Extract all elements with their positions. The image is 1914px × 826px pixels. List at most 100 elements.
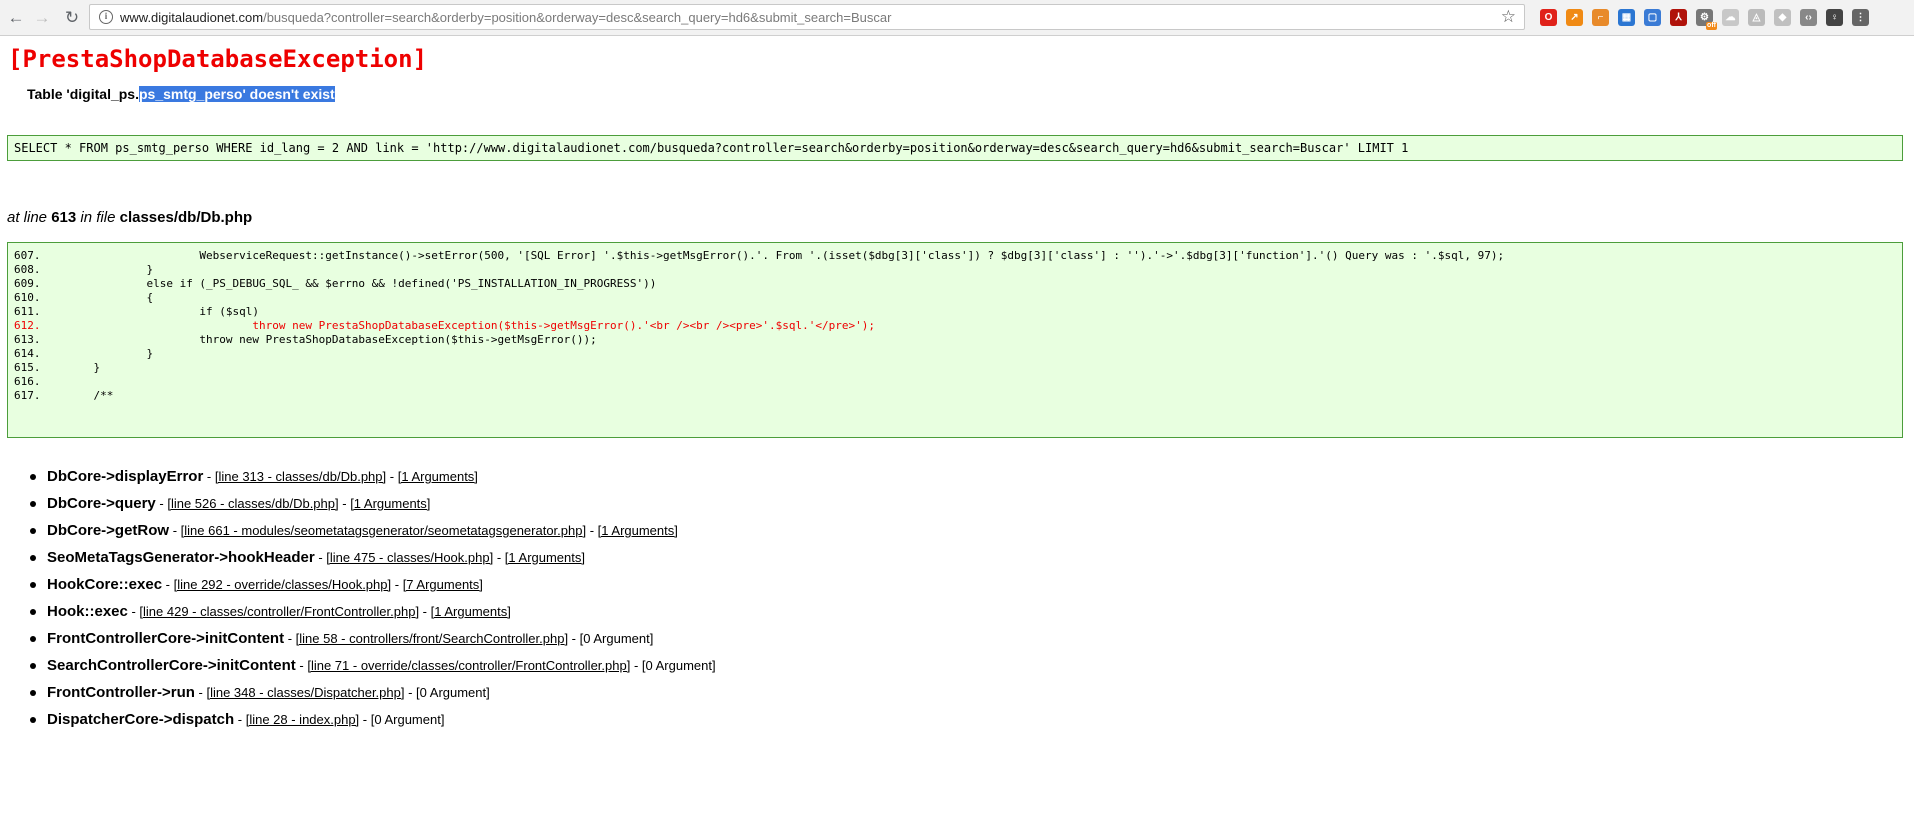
trace-location-link[interactable]: [line 348 - classes/Dispatcher.php]: [206, 685, 404, 700]
star-icon[interactable]: ☆: [1501, 7, 1516, 27]
trace-separator: -: [155, 496, 168, 511]
bullet-icon: [30, 663, 36, 669]
lightbulb-icon[interactable]: ♀: [1826, 9, 1843, 26]
sql-query: SELECT * FROM ps_smtg_perso WHERE id_lan…: [14, 141, 1409, 155]
url-text[interactable]: www.digitalaudionet.com/busqueda?control…: [120, 10, 891, 26]
code-line: 612. throw new PrestaShopDatabaseExcepti…: [14, 319, 875, 333]
trace-location-link[interactable]: [line 429 - classes/controller/FrontCont…: [139, 604, 419, 619]
line-number: 613: [51, 209, 77, 226]
trace-location-link[interactable]: [line 475 - classes/Hook.php]: [326, 550, 493, 565]
trace-location-link[interactable]: [line 313 - classes/db/Db.php]: [215, 469, 386, 484]
trace-separator: -: [386, 469, 398, 484]
trace-arguments: [0 Argument]: [641, 658, 716, 673]
bullet-icon: [30, 609, 36, 615]
bullet-icon: [30, 501, 36, 507]
trace-separator: -: [391, 577, 403, 592]
code-line-text: }: [66, 347, 154, 360]
forward-icon[interactable]: →: [30, 6, 54, 30]
trace-arguments-link[interactable]: [1 Arguments]: [350, 496, 430, 511]
code-line: 607. WebserviceRequest::getInstance()->s…: [14, 249, 1504, 263]
extension-badge: off: [1706, 22, 1717, 30]
code-line: 610. {: [14, 291, 153, 305]
back-icon[interactable]: ←: [4, 6, 28, 30]
pdf-icon[interactable]: ⅄: [1670, 9, 1687, 26]
code-line: 617. /**: [14, 389, 113, 403]
trace-item: HookCore::exec - [line 292 - override/cl…: [30, 576, 716, 603]
address-bar[interactable]: i www.digitalaudionet.com/busqueda?contr…: [89, 4, 1525, 30]
code-line-number: 611.: [14, 305, 67, 318]
at-line-label: at line: [7, 209, 48, 226]
trace-separator: -: [284, 631, 296, 646]
code-line-text: else if (_PS_DEBUG_SQL_ && $errno && !de…: [66, 277, 657, 290]
trace-location-link[interactable]: [line 292 - override/classes/Hook.php]: [174, 577, 392, 592]
trace-separator: -: [586, 523, 598, 538]
url-host: www.digitalaudionet.com: [120, 10, 264, 25]
trace-arguments-link[interactable]: [1 Arguments]: [505, 550, 585, 565]
code-line: 608. }: [14, 263, 153, 277]
trace-item: Hook::exec - [line 429 - classes/control…: [30, 603, 716, 630]
code-line-number: 615.: [14, 361, 67, 374]
trace-function: SearchControllerCore->initContent: [47, 657, 296, 674]
trace-location-link[interactable]: [line 526 - classes/db/Db.php]: [167, 496, 338, 511]
url-path: /busqueda?controller=search&orderby=posi…: [263, 10, 892, 25]
exception-title: [PrestaShopDatabaseException]: [8, 45, 428, 73]
cloud-icon[interactable]: ☁: [1722, 9, 1739, 26]
code-line-number: 617.: [14, 389, 67, 402]
code-line-number: 609.: [14, 277, 67, 290]
code-line-number: 610.: [14, 291, 67, 304]
code-line-text: WebserviceRequest::getInstance()->setErr…: [66, 249, 1505, 262]
screen-icon[interactable]: ▢: [1644, 9, 1661, 26]
trace-arguments-link[interactable]: [1 Arguments]: [431, 604, 511, 619]
browser-toolbar: ← → ↻ i www.digitalaudionet.com/busqueda…: [0, 0, 1914, 36]
reload-icon[interactable]: ↻: [60, 6, 84, 30]
info-icon[interactable]: i: [99, 10, 113, 24]
trace-separator: -: [234, 712, 246, 727]
trace-item: DbCore->getRow - [line 661 - modules/seo…: [30, 522, 716, 549]
calendar-icon[interactable]: ▦: [1618, 9, 1635, 26]
code-line-text: throw new PrestaShopDatabaseException($t…: [66, 319, 875, 332]
trace-function: FrontController->run: [47, 684, 195, 701]
trace-location-link[interactable]: [line 71 - override/classes/controller/F…: [307, 658, 630, 673]
sql-box: SELECT * FROM ps_smtg_perso WHERE id_lan…: [7, 135, 1903, 161]
trace-separator: -: [338, 496, 351, 511]
code-line-number: 616.: [14, 375, 67, 388]
trace-arguments-link[interactable]: [7 Arguments]: [403, 577, 483, 592]
trace-function: DbCore->query: [47, 495, 156, 512]
trace-arguments: [0 Argument]: [416, 685, 490, 700]
error-message: Table 'digital_ps.ps_smtg_perso' doesn't…: [27, 85, 335, 103]
code-line-number: 612.: [14, 319, 67, 332]
trace-separator: -: [169, 523, 181, 538]
trace-function: Hook::exec: [47, 603, 128, 620]
code-line-text: {: [66, 291, 154, 304]
trace-arguments-link[interactable]: [1 Arguments]: [398, 469, 478, 484]
trace-item: DbCore->query - [line 526 - classes/db/D…: [30, 495, 716, 522]
settings-off-icon[interactable]: ⚙ off: [1696, 9, 1717, 30]
diamond-icon[interactable]: ◆: [1774, 9, 1791, 26]
trace-location-link[interactable]: [line 28 - index.php]: [246, 712, 359, 727]
opera-icon[interactable]: O: [1540, 9, 1557, 26]
code-line: 615. }: [14, 361, 100, 375]
bullet-icon: [30, 690, 36, 696]
drive-icon[interactable]: ◬: [1748, 9, 1765, 26]
bullet-icon: [30, 636, 36, 642]
trace-location-link[interactable]: [line 661 - modules/seometatagsgenerator…: [181, 523, 586, 538]
bullet-icon: [30, 582, 36, 588]
file-name: classes/db/Db.php: [119, 209, 253, 226]
code-line: 614. }: [14, 347, 153, 361]
trace-arguments-link[interactable]: [1 Arguments]: [598, 523, 678, 538]
code-line-text: }: [66, 361, 101, 374]
chart-icon[interactable]: ↗: [1566, 9, 1583, 26]
trace-function: HookCore::exec: [47, 576, 163, 593]
code-icon[interactable]: ‹›: [1800, 9, 1817, 26]
trace-item: DispatcherCore->dispatch - [line 28 - in…: [30, 711, 716, 738]
trace-arguments: [0 Argument]: [370, 712, 445, 727]
trace-location-link[interactable]: [line 58 - controllers/front/SearchContr…: [296, 631, 568, 646]
error-location: at line 613 in file classes/db/Db.php: [7, 209, 252, 227]
trace-separator: -: [314, 550, 327, 565]
menu-icon[interactable]: ⋮: [1852, 9, 1869, 26]
bullet-icon: [30, 528, 36, 534]
code-line: 613. throw new PrestaShopDatabaseExcepti…: [14, 333, 597, 347]
trace-separator: -: [568, 631, 580, 646]
rss-icon[interactable]: ⌐: [1592, 9, 1609, 26]
trace-separator: -: [493, 550, 505, 565]
